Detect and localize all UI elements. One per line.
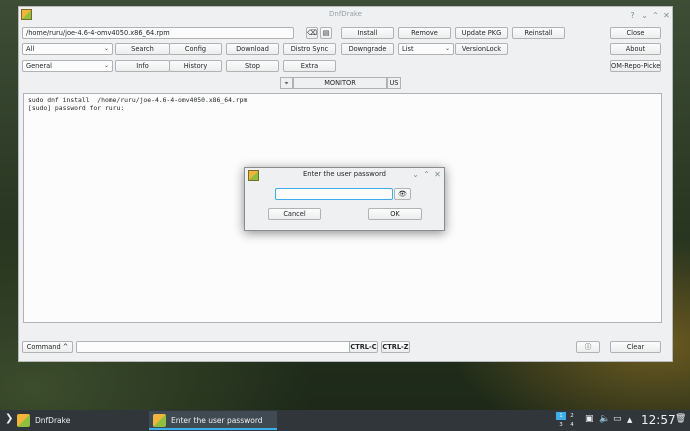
window-title: DnfDrake xyxy=(329,10,362,18)
reinstall-button[interactable]: Reinstall xyxy=(512,27,565,39)
close-icon[interactable]: ✕ xyxy=(432,169,443,180)
clock[interactable]: 12:57 xyxy=(641,413,676,427)
desktop-4[interactable]: 4 xyxy=(567,421,577,429)
category-select[interactable]: General ⌄ xyxy=(22,60,113,72)
distro-sync-button[interactable]: Distro Sync xyxy=(283,43,336,55)
maximize-icon[interactable]: ⌃ xyxy=(650,10,661,21)
task-label: DnfDrake xyxy=(35,416,71,425)
category-select-value: General xyxy=(26,62,52,70)
terminal-line: sudo dnf install /home/ruru/joe-4.6-4-om… xyxy=(28,96,248,104)
tray-expand-icon[interactable]: ▲ xyxy=(627,416,632,424)
tab-monitor[interactable]: MONITOR xyxy=(293,77,387,89)
download-button[interactable]: Download xyxy=(226,43,279,55)
ctrl-c-button[interactable]: CTRL-C xyxy=(349,341,378,353)
list-select-value: List xyxy=(402,45,414,53)
package-path-field[interactable]: /home/ruru/joe-4.6-4-omv4050.x86_64.rpm xyxy=(22,27,294,39)
versionlock-button[interactable]: VersionLock xyxy=(455,43,508,55)
info-icon[interactable]: ⓘ xyxy=(576,341,600,353)
info-button[interactable]: Info xyxy=(115,60,170,72)
clear-field-icon[interactable]: ⌫ xyxy=(306,27,318,39)
install-button[interactable]: Install xyxy=(341,27,394,39)
pin-icon[interactable]: ⌖ xyxy=(280,77,293,89)
clear-button[interactable]: Clear xyxy=(610,341,661,353)
chevron-down-icon: ⌄ xyxy=(444,45,450,52)
virtual-desktop-pager[interactable]: 1 2 3 4 xyxy=(556,412,578,429)
downgrade-button[interactable]: Downgrade xyxy=(341,43,394,55)
show-password-icon[interactable]: 👁 xyxy=(394,188,411,200)
about-button[interactable]: About xyxy=(610,43,661,55)
trash-icon[interactable]: 🗑 xyxy=(675,414,686,424)
update-pkg-button[interactable]: Update PKG xyxy=(455,27,508,39)
om-repo-picker-button[interactable]: OM-Repo-Picker xyxy=(610,60,661,72)
minimize-icon[interactable]: ⌄ xyxy=(410,169,421,180)
ok-button[interactable]: OK xyxy=(368,208,422,220)
desktop-2[interactable]: 2 xyxy=(567,412,577,420)
title-bar: DnfDrake ? ⌄ ⌃ ✕ xyxy=(19,7,672,24)
terminal-line: [sudo] password for ruru: xyxy=(28,104,125,112)
network-icon[interactable]: ▭ xyxy=(613,414,622,424)
help-icon[interactable]: ? xyxy=(627,10,638,21)
close-button[interactable]: Close xyxy=(610,27,661,39)
task-label: Enter the user password xyxy=(171,416,263,425)
minimize-icon[interactable]: ⌄ xyxy=(639,10,650,21)
extra-button[interactable]: Extra xyxy=(283,60,336,72)
taskbar: ❯ DnfDrake Enter the user password 1 2 3… xyxy=(0,410,690,431)
password-field[interactable] xyxy=(275,188,393,200)
dialog-icon xyxy=(153,414,166,427)
clipboard-icon[interactable]: ▣ xyxy=(585,414,594,424)
desktop-1[interactable]: 1 xyxy=(556,412,566,420)
command-input[interactable] xyxy=(76,341,365,353)
stop-button[interactable]: Stop xyxy=(226,60,279,72)
maximize-icon[interactable]: ⌃ xyxy=(421,169,432,180)
volume-icon[interactable]: 🔈 xyxy=(599,414,610,424)
desktop-3[interactable]: 3 xyxy=(556,421,566,429)
tab-us[interactable]: US xyxy=(387,77,401,89)
command-menu-button[interactable]: Command ^ xyxy=(22,341,73,353)
dnfdrake-icon xyxy=(17,414,30,427)
chevron-down-icon: ⌄ xyxy=(103,45,109,52)
config-button[interactable]: Config xyxy=(169,43,222,55)
password-dialog: Enter the user password ⌄ ⌃ ✕ 👁 Cancel O… xyxy=(244,167,445,231)
ctrl-z-button[interactable]: CTRL-Z xyxy=(381,341,410,353)
filter-select[interactable]: All ⌄ xyxy=(22,43,113,55)
search-button[interactable]: Search xyxy=(115,43,170,55)
task-password-dialog[interactable]: Enter the user password xyxy=(149,411,277,430)
folder-icon[interactable]: ▤ xyxy=(320,27,332,39)
remove-button[interactable]: Remove xyxy=(398,27,451,39)
history-button[interactable]: History xyxy=(169,60,222,72)
list-select[interactable]: List ⌄ xyxy=(398,43,454,55)
cancel-button[interactable]: Cancel xyxy=(268,208,321,220)
task-dnfdrake[interactable]: DnfDrake xyxy=(13,411,145,430)
close-icon[interactable]: ✕ xyxy=(661,10,672,21)
filter-select-value: All xyxy=(26,45,35,53)
chevron-down-icon: ⌄ xyxy=(103,62,109,69)
